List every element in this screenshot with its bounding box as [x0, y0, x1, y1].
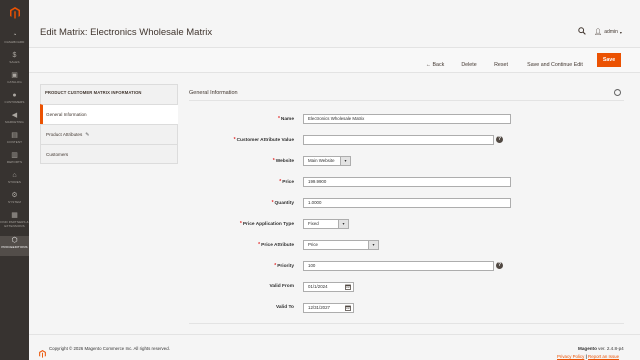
name-label: *Name — [277, 116, 294, 122]
privacy-policy-link[interactable]: Privacy Policy — [557, 354, 584, 359]
price-field[interactable]: 199.9900 — [303, 177, 511, 187]
quantity-label: *Quantity — [271, 200, 294, 206]
dollar-icon: $ — [12, 52, 17, 59]
valid-to-field[interactable]: 12/31/2027 — [303, 303, 354, 313]
website-label: *Website — [272, 158, 294, 164]
chevron-down-icon: ▾ — [340, 157, 350, 165]
search-icon[interactable] — [578, 27, 586, 37]
name-field[interactable]: Electronics Wholesale Matrix — [303, 114, 511, 124]
required-mark: * — [233, 137, 236, 143]
dashboard-icon: ◔ — [12, 32, 17, 39]
priority-label: *Priority — [274, 263, 294, 269]
price-attribute-select[interactable]: Price ▾ — [303, 240, 379, 250]
user-name: admin — [604, 29, 618, 35]
sidebar-item-sales[interactable]: $ SALES — [0, 51, 29, 71]
chevron-down-icon: ▾ — [368, 241, 378, 249]
required-mark: * — [258, 242, 261, 248]
calendar-icon[interactable] — [345, 284, 351, 292]
bar-chart-icon: ▥ — [11, 152, 18, 159]
sidebar-item-catalog[interactable]: ▣ CATALOG — [0, 71, 29, 91]
customer-attribute-field[interactable] — [303, 135, 494, 145]
arrow-left-icon: ← — [425, 62, 432, 68]
sidebar-item-proceeditions[interactable]: ⬡ PROCEEDITIONS — [0, 236, 29, 256]
cube-icon: ▣ — [11, 72, 18, 79]
magento-logo-icon[interactable] — [0, 0, 29, 26]
section-title: General Information — [189, 90, 238, 96]
footer-separator: | — [585, 354, 587, 359]
gear-icon: ⚙ — [11, 192, 18, 199]
back-button[interactable]: ← Back — [423, 60, 447, 70]
tab-customers[interactable]: Customers — [40, 144, 178, 164]
page-title: Edit Matrix: Electronics Wholesale Matri… — [40, 27, 213, 38]
sidebar-item-stores[interactable]: ⌂ STORES — [0, 171, 29, 191]
tab-general-information[interactable]: General Information — [40, 104, 178, 124]
person-icon: ● — [12, 92, 17, 99]
chevron-down-icon: ▾ — [619, 29, 622, 35]
price-label: *Price — [279, 179, 294, 185]
sidebar-item-customers[interactable]: ● CUSTOMERS — [0, 91, 29, 111]
chevron-down-icon: ▾ — [338, 220, 348, 228]
required-mark: * — [274, 263, 277, 269]
section-divider — [189, 100, 624, 101]
partners-icon: ▦ — [11, 212, 18, 219]
collapse-icon[interactable]: ⌃ — [614, 89, 621, 96]
valid-from-field[interactable]: 01/1/2024 — [303, 282, 354, 292]
pencil-icon: ✎ — [85, 132, 90, 138]
version-text: Magento ver. 2.4.8-p4 — [578, 346, 624, 351]
help-icon[interactable]: ? — [496, 262, 503, 269]
sidebar-item-marketing[interactable]: ◀ MARKETING — [0, 111, 29, 131]
price-application-type-label: *Price Application Type — [239, 221, 294, 227]
quantity-field[interactable]: 1.0000 — [303, 198, 511, 208]
sidebar-item-content[interactable]: ▤ CONTENT — [0, 131, 29, 151]
help-icon[interactable]: ? — [496, 136, 503, 143]
required-mark: * — [277, 116, 280, 122]
megaphone-icon: ◀ — [11, 112, 18, 119]
tab-product-attributes[interactable]: Product Attributes ✎ — [40, 124, 178, 144]
required-mark: * — [279, 179, 282, 185]
reset-button[interactable]: Reset — [490, 60, 512, 70]
required-mark: * — [272, 158, 275, 164]
hexagon-icon: ⬡ — [11, 237, 18, 244]
required-mark: * — [239, 221, 242, 227]
content-icon: ▤ — [11, 132, 18, 139]
report-issue-link[interactable]: Report an Issue — [588, 354, 619, 359]
valid-to-label: Valid To — [275, 305, 294, 310]
sidebar-item-system[interactable]: ⚙ SYSTEM — [0, 191, 29, 211]
sidebar-item-partners[interactable]: ▦ FIND PARTNERS & EXTENSIONS — [0, 211, 29, 235]
price-attribute-label: *Price Attribute — [258, 242, 294, 248]
calendar-icon[interactable] — [345, 305, 351, 313]
user-menu[interactable]: 👤︎ admin ▾ — [594, 28, 622, 36]
required-mark: * — [271, 200, 274, 206]
save-button[interactable]: Save — [597, 53, 621, 67]
form-divider — [189, 323, 624, 324]
store-icon: ⌂ — [12, 172, 17, 179]
sidebar-item-reports[interactable]: ▥ REPORTS — [0, 151, 29, 171]
copyright-text: Copyright © 2026 Magento Commerce Inc. A… — [49, 346, 170, 351]
customer-attribute-label: *Customer Attribute Value — [233, 137, 294, 143]
sidebar-item-dashboard[interactable]: ◔ DASHBOARD — [0, 31, 29, 51]
priority-field[interactable]: 100 — [303, 261, 494, 271]
magento-logo-icon — [39, 345, 46, 360]
valid-from-label: Valid From — [269, 284, 294, 289]
user-icon: 👤︎ — [594, 29, 603, 36]
tabs-title: PRODUCT CUSTOMER MATRIX INFORMATION — [45, 90, 142, 95]
website-select[interactable]: Main Website ▾ — [303, 156, 351, 166]
delete-button[interactable]: Delete — [457, 60, 481, 70]
price-application-type-select[interactable]: Fixed ▾ — [303, 219, 349, 229]
save-and-continue-button[interactable]: Save and Continue Edit — [521, 60, 589, 70]
footer-links: Privacy Policy | Report an Issue — [557, 354, 619, 359]
